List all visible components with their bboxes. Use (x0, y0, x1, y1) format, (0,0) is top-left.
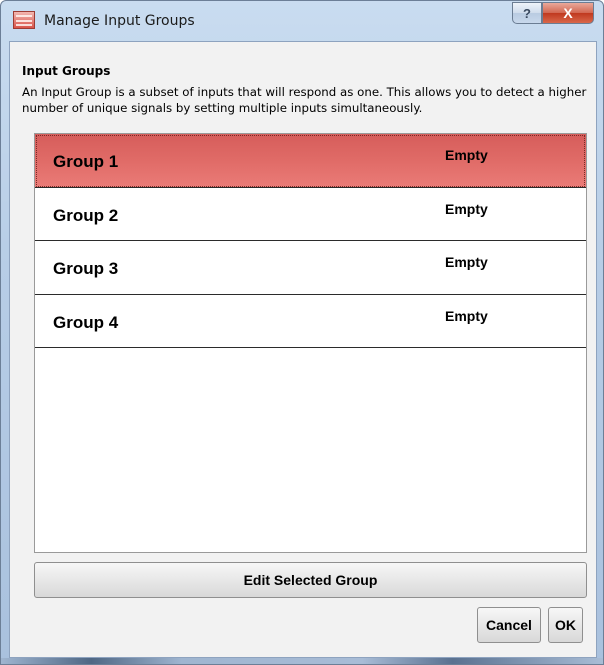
section-description: An Input Group is a subset of inputs tha… (22, 85, 587, 115)
group-status: Empty (445, 147, 488, 163)
cancel-button[interactable]: Cancel (477, 607, 541, 643)
group-row-1[interactable]: Group 1 Empty (35, 134, 586, 188)
close-button[interactable]: X (542, 2, 594, 24)
group-name: Group 1 (53, 152, 119, 171)
group-name: Group 3 (53, 259, 119, 278)
group-name: Group 4 (53, 312, 119, 332)
group-status: Empty (445, 254, 488, 270)
section-title: Input Groups (22, 64, 111, 78)
manage-input-groups-dialog: Manage Input Groups ? X Input Groups An … (0, 0, 604, 665)
dialog-body: Input Groups An Input Group is a subset … (9, 41, 597, 658)
group-row-3[interactable]: Group 3 Empty (35, 241, 586, 295)
help-icon: ? (523, 5, 531, 21)
help-button[interactable]: ? (512, 2, 542, 24)
group-name: Group 2 (53, 205, 119, 225)
group-status: Empty (445, 200, 488, 217)
edit-selected-group-button[interactable]: Edit Selected Group (34, 562, 587, 598)
window-bottom-edge (1, 658, 603, 664)
group-status: Empty (445, 307, 488, 324)
window-title: Manage Input Groups (44, 13, 195, 29)
group-row-4[interactable]: Group 4 Empty (35, 295, 586, 348)
group-list[interactable]: Group 1 Empty Group 2 Empty Group 3 Empt… (34, 133, 587, 553)
app-logo-icon (13, 11, 35, 29)
close-icon: X (563, 5, 573, 21)
ok-button[interactable]: OK (548, 607, 583, 643)
group-row-2[interactable]: Group 2 Empty (35, 188, 586, 241)
title-bar[interactable]: Manage Input Groups ? X (1, 1, 603, 41)
